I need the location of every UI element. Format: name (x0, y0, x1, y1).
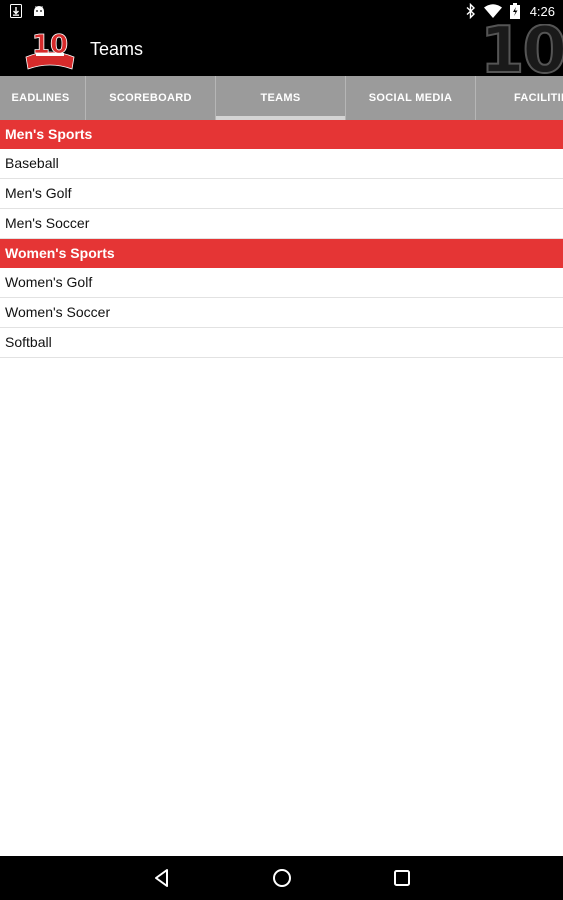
app-bar: 10 Teams 10 (0, 24, 563, 76)
section-header-mens-sports: Men's Sports (0, 120, 563, 149)
battery-charging-icon (509, 3, 520, 19)
tab-teams[interactable]: TEAMS (216, 76, 346, 120)
list-item[interactable]: Softball (0, 328, 563, 358)
status-time: 4:26 (529, 3, 555, 19)
tab-label: TEAMS (260, 92, 301, 104)
page-title: Teams (90, 39, 144, 59)
bluetooth-icon (466, 3, 476, 19)
tab-scoreboard[interactable]: SCOREBOARD (86, 76, 216, 120)
recents-icon[interactable] (391, 867, 413, 889)
app-logo[interactable]: 10 (22, 27, 78, 73)
teams-list: Men's Sports Baseball Men's Golf Men's S… (0, 120, 563, 358)
wifi-icon (483, 4, 502, 18)
list-item[interactable]: Women's Golf (0, 268, 563, 298)
tab-label: EADLINES (11, 92, 70, 104)
tab-headlines[interactable]: EADLINES (0, 76, 86, 120)
tab-facilities[interactable]: FACILITIE (476, 76, 563, 120)
section-header-womens-sports: Women's Sports (0, 239, 563, 268)
background-number-graphic: 10 (479, 24, 563, 76)
list-item[interactable]: Men's Soccer (0, 209, 563, 239)
tab-label: SOCIAL MEDIA (368, 92, 453, 104)
list-item[interactable]: Men's Golf (0, 179, 563, 209)
tab-bar: EADLINES SCOREBOARD TEAMS SOCIAL MEDIA F… (0, 76, 563, 120)
list-item[interactable]: Women's Soccer (0, 298, 563, 328)
tab-label: FACILITIE (514, 92, 563, 104)
navigation-bar (0, 856, 563, 900)
list-item[interactable]: Baseball (0, 149, 563, 179)
status-bar: 4:26 (0, 0, 563, 24)
tab-social-media[interactable]: SOCIAL MEDIA (346, 76, 476, 120)
tab-label: SCOREBOARD (109, 92, 192, 104)
home-icon[interactable] (271, 867, 293, 889)
android-icon (32, 4, 46, 18)
back-icon[interactable] (151, 867, 173, 889)
download-icon (10, 4, 22, 18)
